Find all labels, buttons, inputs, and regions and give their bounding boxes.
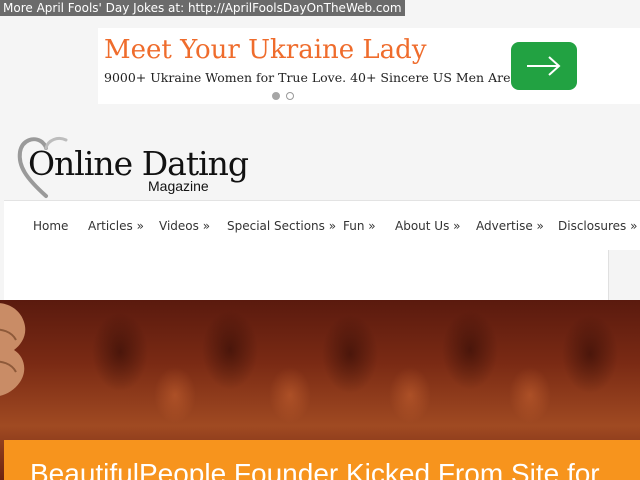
carousel-dot-2[interactable] xyxy=(286,92,294,100)
nav-item-fun[interactable]: Fun » xyxy=(343,216,376,236)
nav-item-articles[interactable]: Articles » xyxy=(88,216,144,236)
ad-title[interactable]: Meet Your Ukraine Lady xyxy=(104,32,427,68)
nav-item-about-us[interactable]: About Us » xyxy=(395,216,460,236)
ad-go-button[interactable] xyxy=(511,42,577,90)
nav-item-videos[interactable]: Videos » xyxy=(159,216,210,236)
hero-article-title[interactable]: BeautifulPeople Founder Kicked From Site… xyxy=(30,456,600,480)
hero-hand-image xyxy=(0,303,26,396)
nav-item-special-sections[interactable]: Special Sections » xyxy=(227,216,336,236)
promo-link-strip[interactable]: More April Fools' Day Jokes at: http://A… xyxy=(0,0,405,16)
nav-item-home[interactable]: Home xyxy=(33,216,68,236)
main-navigation: Home Articles » Videos » Special Section… xyxy=(4,200,640,301)
carousel-dot-1[interactable] xyxy=(272,92,280,100)
logo-wordmark: Online Dating xyxy=(28,144,249,183)
arrow-right-icon xyxy=(527,56,561,76)
ad-banner[interactable]: Meet Your Ukraine Lady 9000+ Ukraine Wom… xyxy=(98,28,640,104)
hero-title-banner[interactable]: BeautifulPeople Founder Kicked From Site… xyxy=(4,440,640,480)
ad-description: 9000+ Ukraine Women for True Love. 40+ S… xyxy=(104,70,568,85)
featured-article-hero[interactable]: BeautifulPeople Founder Kicked From Site… xyxy=(0,300,640,480)
site-logo[interactable]: Online Dating Magazine xyxy=(16,134,256,202)
nav-item-advertise[interactable]: Advertise » xyxy=(476,216,544,236)
logo-subtitle: Magazine xyxy=(148,178,209,194)
nav-item-disclosures[interactable]: Disclosures » xyxy=(558,216,637,236)
ad-carousel-dots xyxy=(272,92,294,100)
nav-side-panel xyxy=(608,250,640,301)
